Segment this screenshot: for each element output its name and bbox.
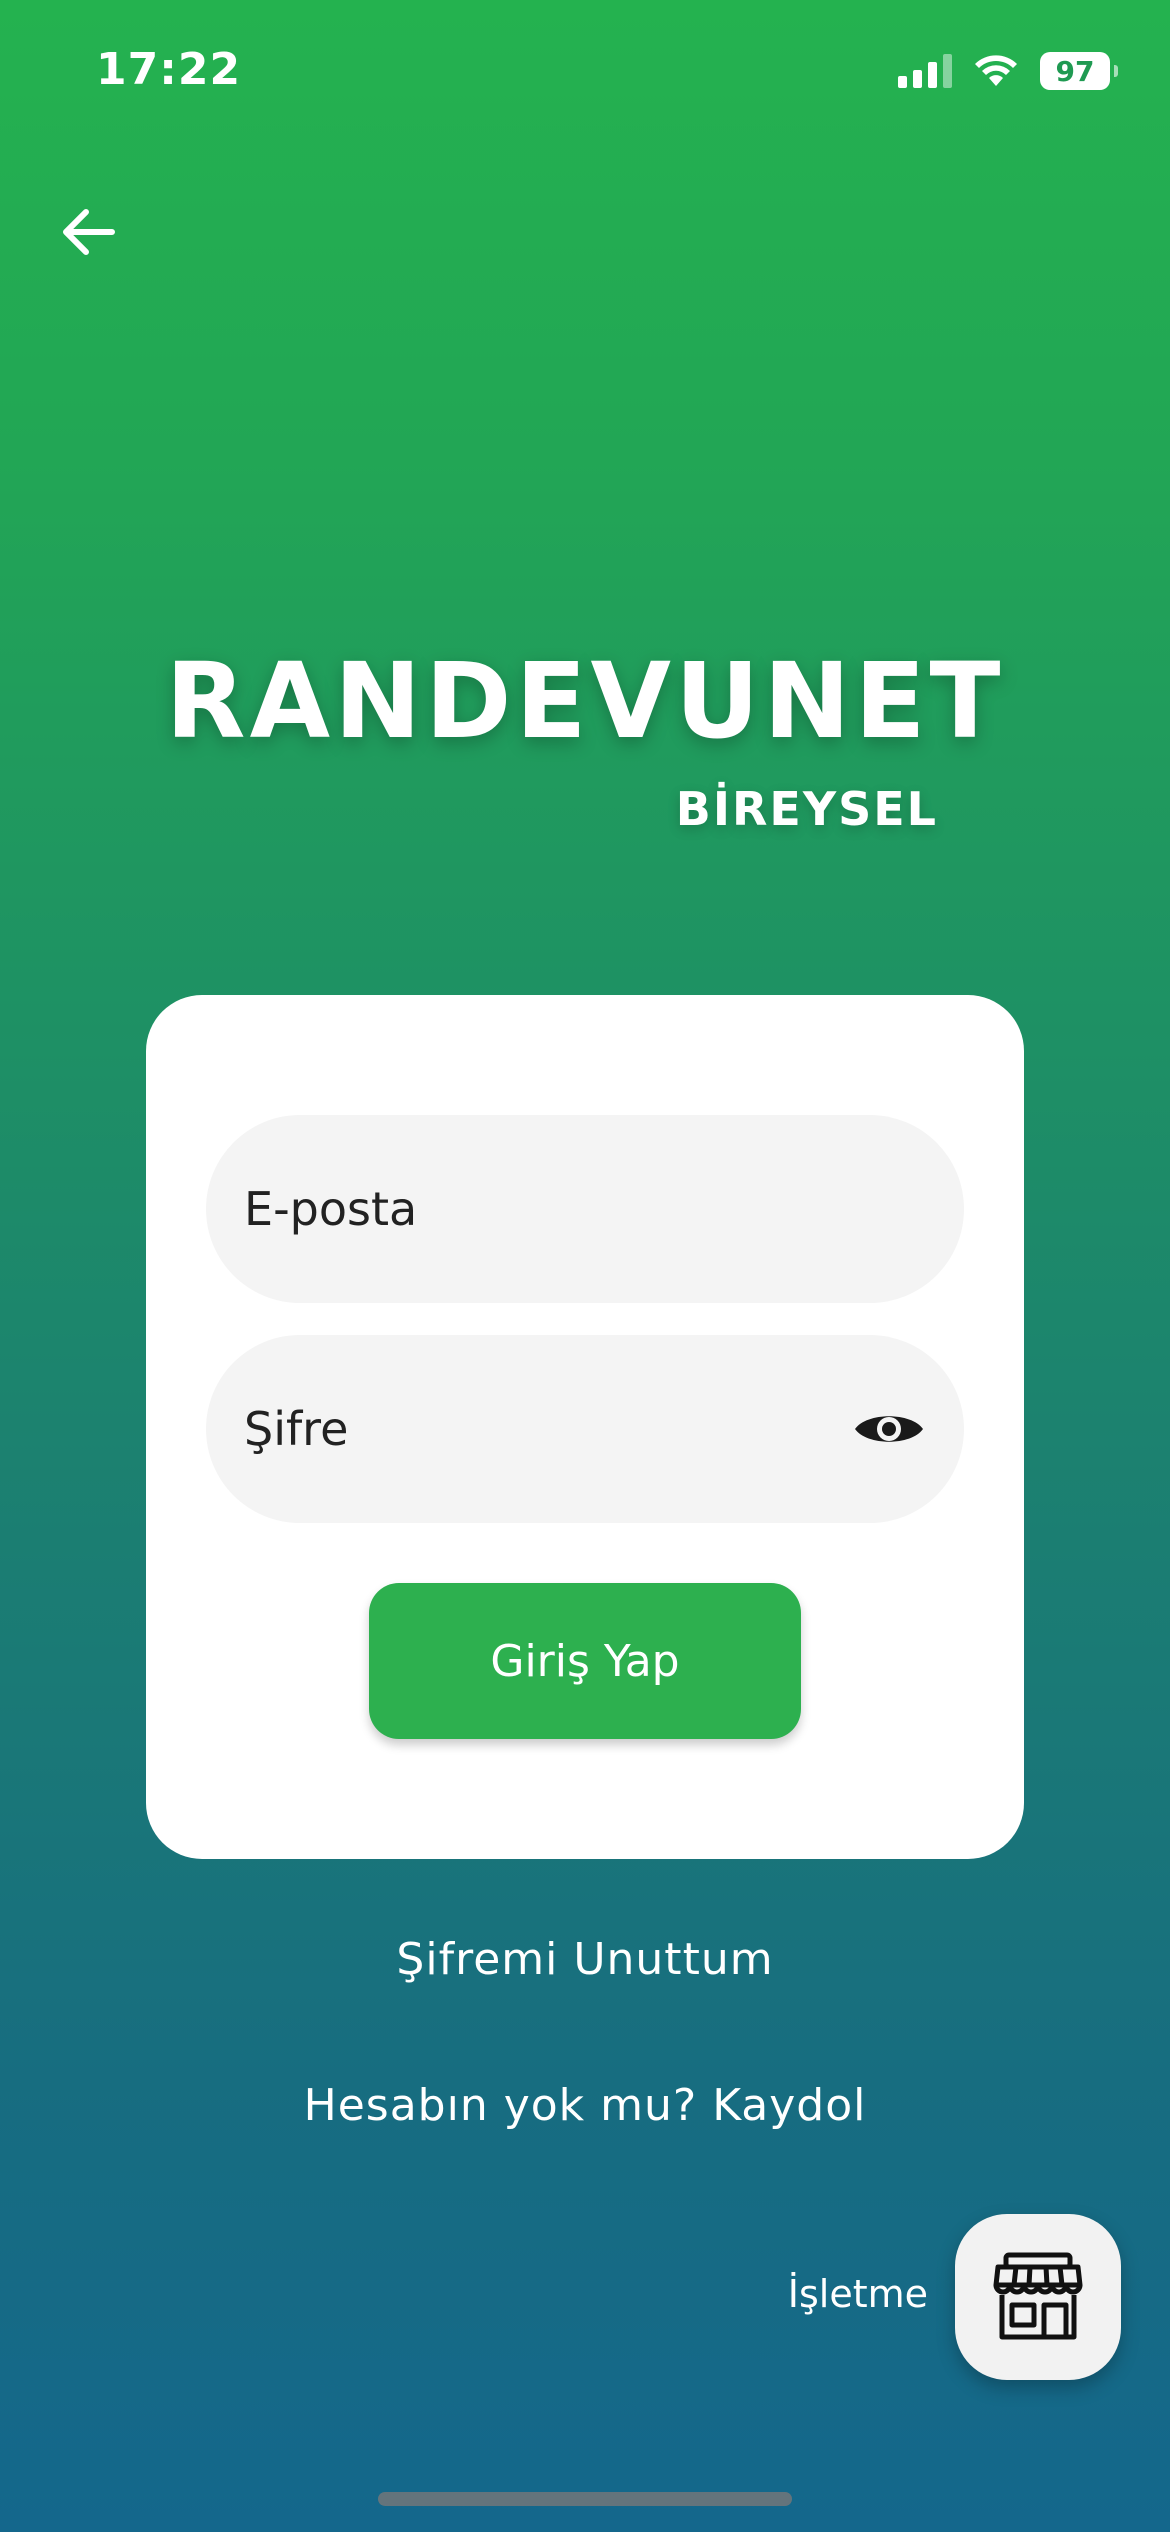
battery-level: 97 bbox=[1055, 54, 1095, 88]
status-time: 17:22 bbox=[96, 44, 242, 95]
wifi-icon bbox=[975, 55, 1017, 86]
arrow-left-icon bbox=[63, 209, 115, 255]
battery-icon: 97 bbox=[1040, 52, 1118, 90]
signup-link[interactable]: Hesabın yok mu? Kaydol bbox=[0, 2080, 1170, 2131]
login-card: Giriş Yap bbox=[146, 995, 1024, 1859]
email-input[interactable] bbox=[244, 1182, 926, 1236]
brand-title: RANDEVUNET bbox=[165, 640, 1005, 762]
back-button[interactable] bbox=[56, 200, 120, 264]
business-label: İşletme bbox=[787, 2272, 928, 2316]
forgot-password-link[interactable]: Şifremi Unuttum bbox=[0, 1934, 1170, 1985]
cellular-signal-icon bbox=[898, 54, 952, 88]
store-icon bbox=[993, 2252, 1083, 2340]
login-button[interactable]: Giriş Yap bbox=[369, 1583, 801, 1739]
business-button[interactable] bbox=[955, 2214, 1121, 2380]
email-field[interactable] bbox=[206, 1115, 964, 1303]
home-indicator bbox=[378, 2492, 792, 2506]
password-input[interactable] bbox=[244, 1402, 852, 1456]
status-icons: 97 bbox=[898, 52, 1118, 90]
toggle-password-visibility-button[interactable] bbox=[852, 1405, 926, 1453]
brand-subtitle: BİREYSEL bbox=[675, 782, 938, 836]
password-field[interactable] bbox=[206, 1335, 964, 1523]
eye-icon bbox=[855, 1416, 923, 1442]
